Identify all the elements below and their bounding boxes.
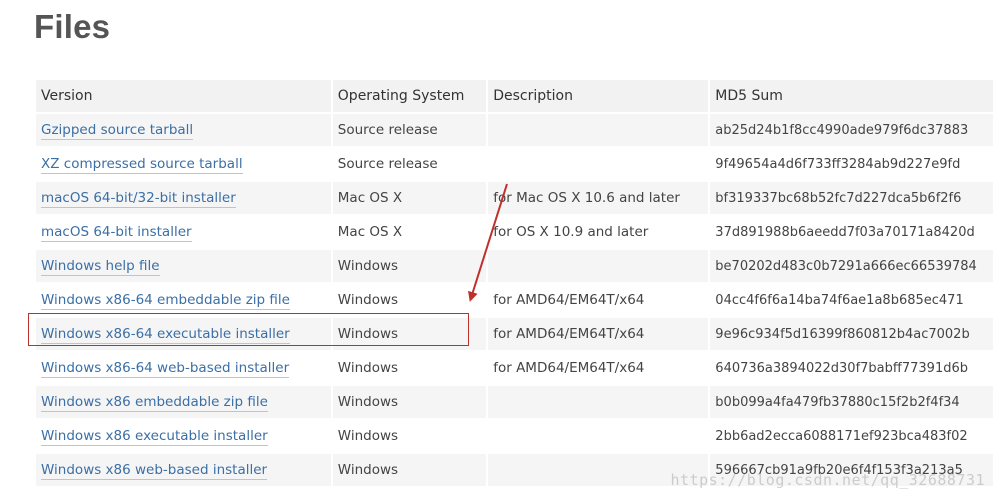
os-cell: Windows bbox=[332, 454, 487, 486]
file-link[interactable]: Windows x86-64 web-based installer bbox=[41, 360, 290, 378]
md5-cell: be70202d483c0b7291a666ec66539784 bbox=[710, 250, 993, 282]
page-title: Files bbox=[34, 8, 111, 45]
description-cell bbox=[488, 250, 709, 282]
file-link[interactable]: Gzipped source tarball bbox=[41, 122, 194, 140]
table-row-highlighted: Windows x86-64 executable installer Wind… bbox=[36, 318, 993, 350]
file-link[interactable]: Windows x86 embeddable zip file bbox=[41, 394, 268, 412]
description-cell: for Mac OS X 10.6 and later bbox=[488, 182, 709, 214]
table-row: macOS 64-bit/32-bit installer Mac OS X f… bbox=[36, 182, 993, 214]
description-cell bbox=[488, 114, 709, 146]
table-row: XZ compressed source tarball Source rele… bbox=[36, 148, 993, 180]
file-link[interactable]: macOS 64-bit installer bbox=[41, 224, 192, 242]
description-cell: for AMD64/EM64T/x64 bbox=[488, 352, 709, 384]
os-cell: Windows bbox=[332, 420, 487, 452]
header-description: Description bbox=[488, 80, 709, 112]
version-cell: Windows x86 embeddable zip file bbox=[36, 386, 331, 418]
os-cell: Windows bbox=[332, 318, 487, 350]
description-cell: for AMD64/EM64T/x64 bbox=[488, 284, 709, 316]
os-cell: Windows bbox=[332, 284, 487, 316]
description-cell: for AMD64/EM64T/x64 bbox=[488, 318, 709, 350]
md5-cell: 9e96c934f5d16399f860812b4ac7002b bbox=[710, 318, 993, 350]
md5-cell: 04cc4f6f6a14ba74f6ae1a8b685ec471 bbox=[710, 284, 993, 316]
version-cell: Gzipped source tarball bbox=[36, 114, 331, 146]
description-cell: for OS X 10.9 and later bbox=[488, 216, 709, 248]
version-cell: Windows x86 web-based installer bbox=[36, 454, 331, 486]
table-row: Windows help file Windows be70202d483c0b… bbox=[36, 250, 993, 282]
os-cell: Windows bbox=[332, 352, 487, 384]
table-row: Windows x86-64 web-based installer Windo… bbox=[36, 352, 993, 384]
os-cell: Windows bbox=[332, 386, 487, 418]
table-row: Gzipped source tarball Source release ab… bbox=[36, 114, 993, 146]
file-link[interactable]: Windows help file bbox=[41, 258, 160, 276]
table-row: macOS 64-bit installer Mac OS X for OS X… bbox=[36, 216, 993, 248]
version-cell: XZ compressed source tarball bbox=[36, 148, 331, 180]
md5-cell: bf319337bc68b52fc7d227dca5b6f2f6 bbox=[710, 182, 993, 214]
files-table: Version Operating System Description MD5… bbox=[34, 78, 995, 488]
version-cell: macOS 64-bit installer bbox=[36, 216, 331, 248]
md5-cell: ab25d24b1f8cc4990ade979f6dc37883 bbox=[710, 114, 993, 146]
os-cell: Mac OS X bbox=[332, 216, 487, 248]
file-link[interactable]: macOS 64-bit/32-bit installer bbox=[41, 190, 236, 208]
table-body: Gzipped source tarball Source release ab… bbox=[36, 114, 993, 486]
md5-cell: 640736a3894022d30f7babff77391d6b bbox=[710, 352, 993, 384]
md5-cell: b0b099a4fa479fb37880c15f2b2f4f34 bbox=[710, 386, 993, 418]
windows-x86-64-executable-installer-link[interactable]: Windows x86-64 executable installer bbox=[41, 326, 290, 344]
version-cell: Windows x86-64 executable installer bbox=[36, 318, 331, 350]
table-header-row: Version Operating System Description MD5… bbox=[36, 80, 993, 112]
version-cell: macOS 64-bit/32-bit installer bbox=[36, 182, 331, 214]
version-cell: Windows help file bbox=[36, 250, 331, 282]
os-cell: Mac OS X bbox=[332, 182, 487, 214]
table-row: Windows x86 executable installer Windows… bbox=[36, 420, 993, 452]
file-link[interactable]: Windows x86 executable installer bbox=[41, 428, 268, 446]
os-cell: Windows bbox=[332, 250, 487, 282]
os-cell: Source release bbox=[332, 148, 487, 180]
os-cell: Source release bbox=[332, 114, 487, 146]
description-cell bbox=[488, 420, 709, 452]
version-cell: Windows x86-64 embeddable zip file bbox=[36, 284, 331, 316]
watermark: https://blog.csdn.net/qq_32688731 bbox=[670, 471, 985, 489]
header-md5-sum: MD5 Sum bbox=[710, 80, 993, 112]
table-row: Windows x86-64 embeddable zip file Windo… bbox=[36, 284, 993, 316]
description-cell bbox=[488, 148, 709, 180]
md5-cell: 2bb6ad2ecca6088171ef923bca483f02 bbox=[710, 420, 993, 452]
file-link[interactable]: Windows x86 web-based installer bbox=[41, 462, 268, 480]
md5-cell: 9f49654a4d6f733ff3284ab9d227e9fd bbox=[710, 148, 993, 180]
table-row: Windows x86 embeddable zip file Windows … bbox=[36, 386, 993, 418]
md5-cell: 37d891988b6aeedd7f03a70171a8420d bbox=[710, 216, 993, 248]
header-operating-system: Operating System bbox=[332, 80, 487, 112]
file-link[interactable]: XZ compressed source tarball bbox=[41, 156, 243, 174]
header-version: Version bbox=[36, 80, 331, 112]
version-cell: Windows x86-64 web-based installer bbox=[36, 352, 331, 384]
description-cell bbox=[488, 386, 709, 418]
file-link[interactable]: Windows x86-64 embeddable zip file bbox=[41, 292, 290, 310]
version-cell: Windows x86 executable installer bbox=[36, 420, 331, 452]
